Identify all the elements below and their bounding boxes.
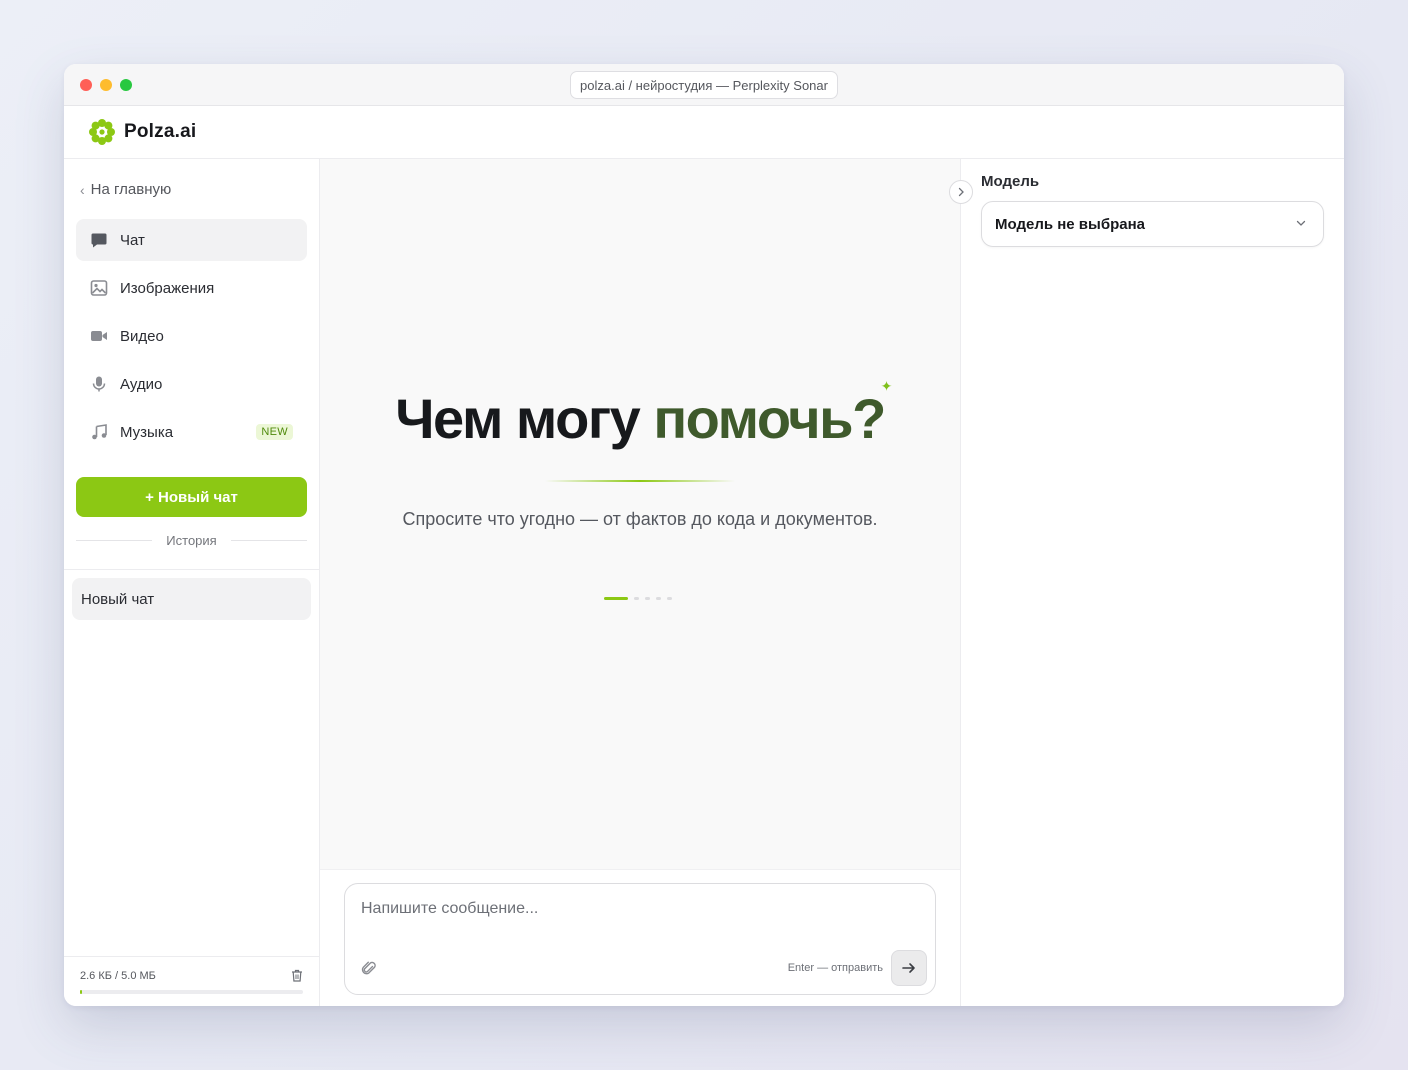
- hero-title-accent: помочь?: [653, 387, 886, 450]
- history-heading: История: [166, 533, 217, 548]
- back-to-home-link[interactable]: ‹ На главную: [80, 181, 171, 198]
- storage-usage-text: 2.6 КБ / 5.0 МБ: [80, 970, 156, 982]
- sidebar-item-label: Музыка: [120, 423, 174, 441]
- suggestion-carousel-indicator: [604, 597, 672, 600]
- sidebar-item-video[interactable]: Видео: [76, 315, 307, 357]
- app-header: Polza.ai: [64, 106, 1344, 159]
- sidebar: ‹ На главную Чат Изображения Видео Аудио…: [64, 159, 320, 1006]
- hero-subtitle: Спросите что угодно — от фактов до кода …: [402, 509, 878, 529]
- new-chat-button[interactable]: + Новый чат: [76, 477, 307, 517]
- address-bar[interactable]: polza.ai / нейростудия — Perplexity Sona…: [570, 71, 838, 99]
- maximize-window-button[interactable]: [120, 79, 132, 91]
- carousel-dot[interactable]: [656, 597, 661, 600]
- model-select-value: Модель не выбрана: [995, 215, 1146, 233]
- welcome-hero: Чем могу помочь? ✦ Спросите что угодно —…: [320, 379, 960, 530]
- video-camera-icon: [90, 327, 108, 345]
- window-controls: [80, 79, 132, 91]
- arrow-right-icon: [902, 963, 915, 973]
- chat-bubble-icon: [90, 231, 108, 249]
- paperclip-icon[interactable]: [361, 960, 377, 976]
- collapse-panel-button[interactable]: [949, 180, 973, 204]
- carousel-dot[interactable]: [667, 597, 672, 600]
- history-item[interactable]: Новый чат: [72, 578, 311, 620]
- sidebar-item-audio[interactable]: Аудио: [76, 363, 307, 405]
- close-window-button[interactable]: [80, 79, 92, 91]
- title-bar: polza.ai / нейростудия — Perplexity Sona…: [64, 64, 1344, 106]
- history-separator: История: [76, 533, 308, 548]
- browser-window: polza.ai / нейростудия — Perplexity Sona…: [64, 64, 1344, 1006]
- page-title: Чем могу помочь? ✦: [395, 379, 892, 447]
- model-select[interactable]: Модель не выбрана: [981, 201, 1324, 247]
- music-note-icon: [90, 423, 108, 441]
- send-button[interactable]: [891, 950, 927, 986]
- new-badge: NEW: [256, 424, 293, 440]
- model-label: Модель: [981, 173, 1040, 190]
- carousel-dot-active[interactable]: [604, 597, 628, 600]
- storage-usage: 2.6 КБ / 5.0 МБ: [64, 956, 319, 1006]
- divider: [76, 540, 153, 541]
- carousel-dot[interactable]: [645, 597, 650, 600]
- trash-icon[interactable]: [291, 969, 303, 982]
- send-hint: Enter — отправить: [787, 962, 883, 974]
- message-input[interactable]: [361, 900, 881, 918]
- carousel-dot[interactable]: [634, 597, 639, 600]
- chevron-left-icon: ‹: [80, 181, 85, 198]
- image-icon: [90, 279, 108, 297]
- sidebar-item-label: Чат: [120, 231, 145, 249]
- divider: [64, 569, 319, 570]
- chevron-down-icon: [1296, 220, 1306, 226]
- sidebar-item-label: Аудио: [120, 375, 163, 393]
- sidebar-item-images[interactable]: Изображения: [76, 267, 307, 309]
- microphone-icon: [90, 375, 108, 393]
- brand-name: Polza.ai: [124, 121, 197, 142]
- sidebar-item-chat[interactable]: Чат: [76, 219, 307, 261]
- hero-underline: [545, 480, 735, 482]
- hero-title-plain: Чем могу: [395, 387, 654, 450]
- sidebar-nav: Чат Изображения Видео Аудио Музыка NEW: [76, 219, 307, 459]
- polza-flower-icon: [89, 119, 115, 145]
- back-link-label: На главную: [90, 181, 172, 198]
- sidebar-item-label: Изображения: [120, 279, 215, 297]
- sparkle-icon: ✦: [880, 378, 893, 394]
- storage-progress-bar: [80, 990, 303, 994]
- chat-main: Чем могу помочь? ✦ Спросите что угодно —…: [320, 159, 961, 1006]
- storage-progress-fill: [80, 990, 83, 994]
- divider: [230, 540, 308, 541]
- settings-panel: Модель Модель не выбрана: [949, 159, 1344, 1006]
- sidebar-item-label: Видео: [120, 327, 164, 345]
- composer-area: Enter — отправить: [320, 869, 960, 1006]
- message-composer: Enter — отправить: [344, 883, 936, 995]
- sidebar-item-music[interactable]: Музыка NEW: [76, 411, 307, 453]
- logo[interactable]: Polza.ai: [88, 118, 196, 146]
- minimize-window-button[interactable]: [100, 79, 112, 91]
- chevron-right-icon: [958, 187, 964, 197]
